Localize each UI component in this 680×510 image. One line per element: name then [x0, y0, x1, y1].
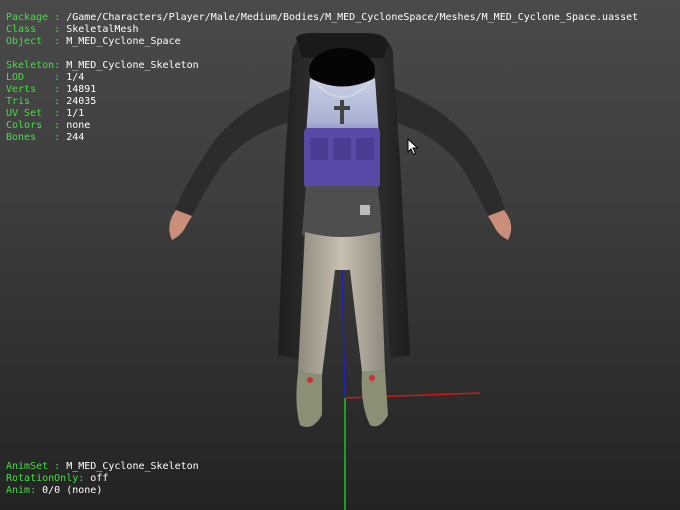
info-value: 24035 — [66, 96, 97, 107]
info-row: LOD : 1/4 — [6, 72, 638, 84]
info-key: RotationOnly — [6, 473, 79, 484]
info-row: Tris : 24035 — [6, 96, 638, 108]
info-row: Skeleton: M_MED_Cyclone_Skeleton — [6, 60, 638, 72]
info-key: Skeleton — [6, 60, 55, 71]
info-value: SkeletalMesh — [66, 24, 139, 35]
info-separator: : — [78, 473, 91, 484]
mouse-cursor-icon — [407, 138, 419, 156]
info-key: LOD — [6, 72, 49, 83]
info-separator: : — [48, 36, 67, 47]
info-separator: : — [48, 72, 67, 83]
info-key: AnimSet — [6, 461, 49, 472]
info-value: /Game/Characters/Player/Male/Medium/Bodi… — [66, 12, 639, 23]
info-row: Colors : none — [6, 120, 638, 132]
info-separator: : — [48, 132, 67, 143]
info-key: Object — [6, 36, 49, 47]
info-key: UV Set — [6, 108, 49, 119]
info-value: 1/4 — [66, 72, 85, 83]
info-row: Anim: 0/0 (none) — [6, 485, 199, 497]
info-value: 0/0 (none) — [42, 485, 103, 496]
info-key: Tris — [6, 96, 49, 107]
info-separator: : — [48, 120, 67, 131]
info-row: AnimSet : M_MED_Cyclone_Skeleton — [6, 461, 199, 473]
info-value: M_MED_Cyclone_Space — [66, 36, 181, 47]
info-value: 244 — [66, 132, 85, 143]
info-separator: : — [48, 96, 67, 107]
info-value: M_MED_Cyclone_Skeleton — [66, 60, 199, 71]
info-value: M_MED_Cyclone_Skeleton — [66, 461, 199, 472]
info-separator: : — [54, 60, 67, 71]
info-separator: : — [30, 485, 43, 496]
info-row: Object : M_MED_Cyclone_Space — [6, 36, 638, 48]
info-value: 1/1 — [66, 108, 85, 119]
info-separator: : — [48, 461, 67, 472]
info-row: RotationOnly: off — [6, 473, 199, 485]
info-separator: : — [48, 84, 67, 95]
info-row: Package : /Game/Characters/Player/Male/M… — [6, 12, 638, 24]
mesh-info-overlay: Package : /Game/Characters/Player/Male/M… — [6, 12, 638, 144]
info-row: Verts : 14891 — [6, 84, 638, 96]
info-key: Colors — [6, 120, 49, 131]
info-key: Bones — [6, 132, 49, 143]
info-row — [6, 48, 638, 60]
info-row: Class : SkeletalMesh — [6, 24, 638, 36]
info-value: none — [66, 120, 91, 131]
info-separator: : — [48, 24, 67, 35]
info-key: Package — [6, 12, 49, 23]
anim-info-overlay: AnimSet : M_MED_Cyclone_Skeleton Rotation… — [6, 461, 199, 497]
info-value: 14891 — [66, 84, 97, 95]
info-separator: : — [48, 108, 67, 119]
info-row: Bones : 244 — [6, 132, 638, 144]
info-key: Class — [6, 24, 49, 35]
info-value: off — [90, 473, 109, 484]
info-separator: : — [48, 12, 67, 23]
info-key: Verts — [6, 84, 49, 95]
info-row: UV Set : 1/1 — [6, 108, 638, 120]
info-key: Anim — [6, 485, 31, 496]
